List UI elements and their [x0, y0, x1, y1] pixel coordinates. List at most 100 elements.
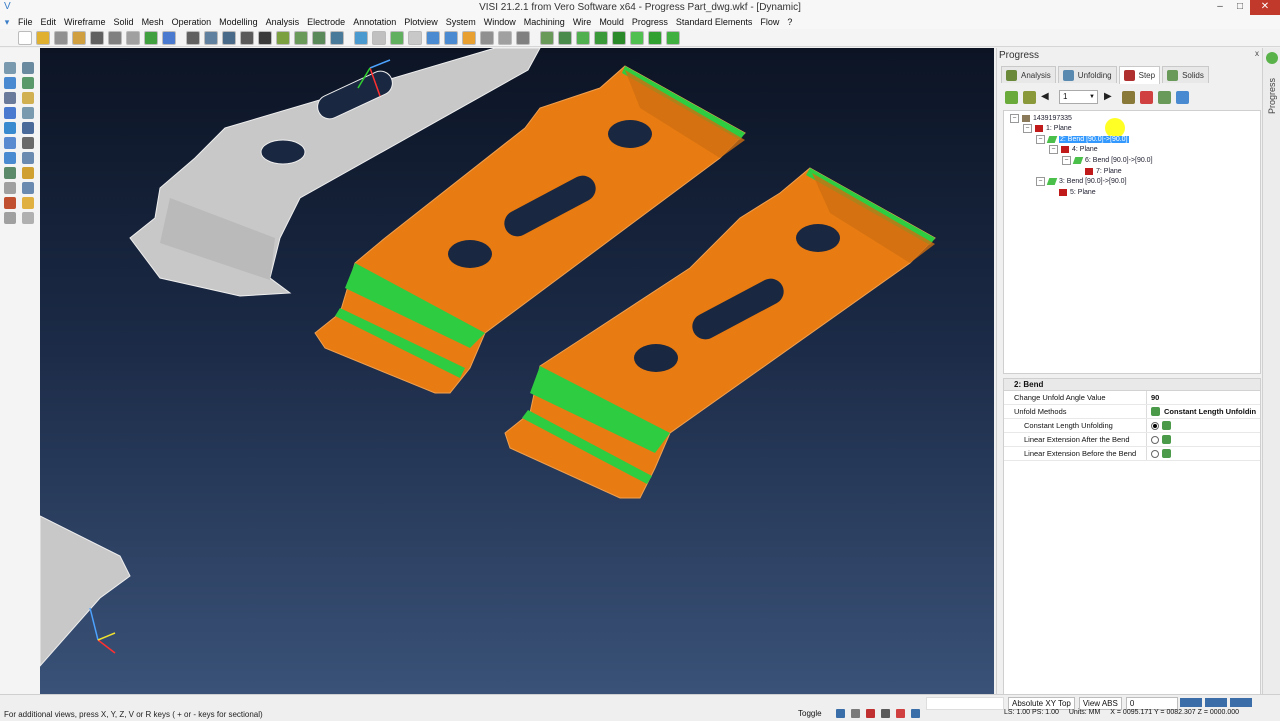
toolbar-tool-33-icon[interactable] — [612, 30, 626, 45]
view-num-field[interactable]: 0 — [1125, 696, 1178, 710]
close-button[interactable]: ✕ — [1250, 0, 1280, 15]
progress-dock-tab[interactable]: Progress — [1267, 78, 1277, 114]
toolbar-tool-4-icon[interactable] — [72, 30, 86, 45]
grid-icon[interactable] — [836, 709, 845, 718]
left-tool-3-icon[interactable] — [4, 77, 16, 89]
left-tool-14-icon[interactable] — [22, 152, 34, 164]
minimize-button[interactable]: – — [1210, 0, 1230, 15]
tab-step[interactable]: Step — [1118, 66, 1161, 84]
move-step-icon[interactable] — [1158, 90, 1171, 104]
toolbar-tool-26-icon[interactable] — [480, 30, 494, 45]
toolbar-tool-1-icon[interactable] — [18, 30, 32, 45]
change-angle-input[interactable]: 90 — [1146, 391, 1261, 404]
toolbar-tool-16-icon[interactable] — [294, 30, 308, 45]
left-tool-18-icon[interactable] — [22, 182, 34, 194]
left-tool-11-icon[interactable] — [4, 137, 16, 149]
menu-wireframe[interactable]: Wireframe — [60, 15, 110, 29]
tree-node[interactable]: – 2: Bend [90.0]->[90.0] — [1036, 134, 1129, 144]
left-tool-6-icon[interactable] — [22, 92, 34, 104]
toolbar-tool-35-icon[interactable] — [648, 30, 662, 45]
view-mode-field[interactable]: Absolute XY Top — [1008, 696, 1075, 710]
toolbar-tool-11-icon[interactable] — [204, 30, 218, 45]
toolbar-tool-2-icon[interactable] — [36, 30, 50, 45]
left-tool-1-icon[interactable] — [4, 62, 16, 74]
cross-icon[interactable] — [866, 709, 875, 718]
tree-node[interactable]: 7: Plane — [1075, 166, 1122, 176]
tree-node[interactable]: – 4: Plane — [1049, 145, 1098, 155]
gray-part-bottom[interactable] — [40, 515, 131, 667]
left-tool-13-icon[interactable] — [4, 152, 16, 164]
menu-wire[interactable]: Wire — [569, 15, 596, 29]
step-tree[interactable]: –1439197335–1: Plane –2: Bend [90.0]->[90… — [1003, 110, 1261, 374]
tree-node[interactable]: – 1: Plane — [1023, 124, 1072, 134]
menu-help[interactable]: ? — [783, 15, 796, 29]
left-tool-12-icon[interactable] — [22, 137, 34, 149]
toolbar-tool-7-icon[interactable] — [126, 30, 140, 45]
menu-plotview[interactable]: Plotview — [400, 15, 442, 29]
left-tool-20-icon[interactable] — [22, 197, 34, 209]
toolbar-tool-13-icon[interactable] — [240, 30, 254, 45]
stop-icon[interactable] — [896, 709, 905, 718]
insert-step-icon[interactable] — [1023, 90, 1036, 104]
toolbar-tool-9-icon[interactable] — [162, 30, 176, 45]
menu-standard-elements[interactable]: Standard Elements — [672, 15, 757, 29]
toolbar-tool-25-icon[interactable] — [462, 30, 476, 45]
view-abs-field[interactable]: View ABS — [1078, 696, 1122, 710]
left-tool-4-icon[interactable] — [22, 77, 34, 89]
menu-modelling[interactable]: Modelling — [215, 15, 262, 29]
toolbar-tool-27-icon[interactable] — [498, 30, 512, 45]
menu-progress[interactable]: Progress — [628, 15, 672, 29]
left-tool-19-icon[interactable] — [4, 197, 16, 209]
3d-viewport[interactable] — [40, 48, 994, 694]
menu-analysis[interactable]: Analysis — [262, 15, 304, 29]
layer-icon[interactable] — [881, 709, 890, 718]
delete-step-icon[interactable] — [1140, 90, 1153, 104]
toolbar-tool-34-icon[interactable] — [630, 30, 644, 45]
menu-machining[interactable]: Machining — [520, 15, 569, 29]
left-tool-15-icon[interactable] — [4, 167, 16, 179]
step-selector[interactable]: 1 ▼ — [1059, 90, 1098, 104]
menu-electrode[interactable]: Electrode — [303, 15, 349, 29]
left-tool-2-icon[interactable] — [22, 62, 34, 74]
toolbar-tool-5-icon[interactable] — [90, 30, 104, 45]
workplane-icon[interactable] — [911, 709, 920, 718]
tree-node[interactable]: – 3: Bend [90.0]->[90.0] — [1036, 177, 1127, 187]
toolbar-tool-21-icon[interactable] — [390, 30, 404, 45]
toggle-button[interactable]: Toggle — [798, 709, 822, 718]
menu-mesh[interactable]: Mesh — [138, 15, 168, 29]
toolbar-tool-8-icon[interactable] — [144, 30, 158, 45]
toolbar-tool-24-icon[interactable] — [444, 30, 458, 45]
last-step-icon[interactable] — [1122, 90, 1135, 104]
menu-system[interactable]: System — [442, 15, 480, 29]
toolbar-tool-3-icon[interactable] — [54, 30, 68, 45]
maximize-button[interactable]: □ — [1230, 0, 1250, 15]
tree-expander-icon[interactable]: – — [1023, 124, 1032, 134]
tree-expander-icon[interactable]: – — [1049, 145, 1058, 155]
toolbar-tool-19-icon[interactable] — [354, 30, 368, 45]
toolbar-tool-30-icon[interactable] — [558, 30, 572, 45]
tree-expander-icon[interactable]: – — [1062, 155, 1071, 165]
toolbar-tool-22-icon[interactable] — [408, 30, 422, 45]
menu-file[interactable]: File — [14, 15, 37, 29]
tree-node[interactable]: – 1439197335 — [1010, 113, 1072, 123]
tree-node[interactable]: 5: Plane — [1049, 187, 1096, 197]
unfold-option-radio[interactable] — [1151, 435, 1159, 444]
left-tool-10-icon[interactable] — [22, 122, 34, 134]
left-tool-5-icon[interactable] — [4, 92, 16, 104]
command-input[interactable] — [926, 696, 1004, 710]
left-tool-16-icon[interactable] — [22, 167, 34, 179]
toolbar-tool-29-icon[interactable] — [540, 30, 554, 45]
menu-operation[interactable]: Operation — [168, 15, 216, 29]
toolbar-tool-6-icon[interactable] — [108, 30, 122, 45]
menu-mould[interactable]: Mould — [595, 15, 628, 29]
tab-solids[interactable]: Solids — [1162, 66, 1209, 83]
tab-analysis[interactable]: Analysis — [1001, 66, 1056, 83]
snap-icon[interactable] — [851, 709, 860, 718]
menu-edit[interactable]: Edit — [37, 15, 61, 29]
tree-expander-icon[interactable]: – — [1036, 177, 1045, 187]
left-tool-7-icon[interactable] — [4, 107, 16, 119]
system-menu-icon[interactable]: ▾ — [0, 17, 14, 28]
toolbar-tool-32-icon[interactable] — [594, 30, 608, 45]
unfold-option-radio[interactable] — [1151, 449, 1159, 458]
progress-dock-icon[interactable] — [1266, 52, 1278, 64]
